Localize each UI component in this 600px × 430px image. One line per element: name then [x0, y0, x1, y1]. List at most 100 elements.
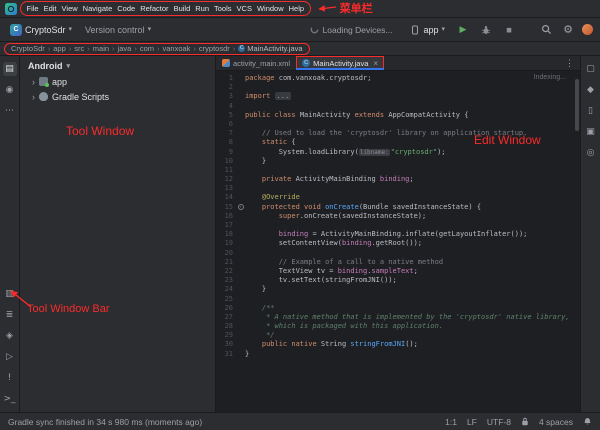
breadcrumb-item[interactable]: java: [118, 44, 132, 53]
breadcrumb-item[interactable]: CryptoSdr: [11, 44, 45, 53]
device-loading-indicator: Loading Devices...: [310, 25, 393, 35]
problems-icon[interactable]: !: [3, 371, 17, 385]
code-line: 18 binding = ActivityMainBinding.inflate…: [216, 230, 580, 239]
menu-item-vcs[interactable]: VCS: [234, 3, 254, 14]
run-configuration-selector[interactable]: app ▾: [407, 23, 448, 37]
menu-item-refactor[interactable]: Refactor: [138, 3, 171, 14]
user-avatar[interactable]: [582, 24, 593, 35]
chevron-down-icon: ▾: [148, 26, 152, 33]
run-tool-icon[interactable]: ▷: [3, 350, 17, 364]
commit-tool-icon[interactable]: ◉: [3, 83, 17, 97]
notifications-bell-icon[interactable]: [583, 417, 592, 426]
editor-scrollbar[interactable]: [575, 79, 579, 131]
code-line: 25: [216, 295, 580, 304]
breadcrumb-separator-icon: ›: [233, 44, 236, 53]
running-devices-icon[interactable]: ▣: [584, 125, 598, 139]
menu-item-code[interactable]: Code: [115, 3, 138, 14]
app-inspection-icon[interactable]: ◈: [3, 329, 17, 343]
navigation-bar: CryptoSdr›app›src›main›java›com›vanxoak›…: [0, 42, 600, 56]
annotation-edit-window-label: Edit Window: [474, 133, 541, 147]
android-layout-file-icon: [222, 59, 230, 67]
tree-item-gradle-scripts[interactable]: ›Gradle Scripts: [20, 89, 215, 104]
read-only-lock-icon[interactable]: [521, 417, 529, 426]
debug-button[interactable]: [478, 22, 494, 38]
menu-item-window[interactable]: Window: [254, 3, 286, 14]
breadcrumb-separator-icon: ›: [48, 44, 51, 53]
settings-gear-icon[interactable]: ⚙: [560, 22, 576, 38]
menu-item-edit[interactable]: Edit: [41, 3, 59, 14]
tool-window-bar-left: ▤ ◉ ⋯ ▥ ≣ ◈ ▷! >_: [0, 56, 20, 412]
code-line: 22 TextView tv = binding.sampleText;: [216, 267, 580, 276]
breadcrumb-item[interactable]: CMainActivity.java: [238, 44, 302, 53]
editor-tabs: activity_main.xmlCMainActivity.java×: [216, 56, 384, 70]
tool-window-bar-right: ▢ ◆ ▯ ▣ ◎: [580, 56, 600, 412]
code-line: 19 setContentView(binding.getRoot());: [216, 239, 580, 248]
breadcrumb-separator-icon: ›: [69, 44, 72, 53]
menu-item-build[interactable]: Build: [171, 3, 193, 14]
menu-item-navigate[interactable]: Navigate: [80, 3, 115, 14]
breadcrumb-separator-icon: ›: [87, 44, 90, 53]
code-lines: 1package com.vanxoak.cryptosdr;23import …: [216, 74, 580, 359]
editor-tab-bar: activity_main.xmlCMainActivity.java× ⋮: [216, 56, 580, 71]
breadcrumb-separator-icon: ›: [134, 44, 137, 53]
code-editor[interactable]: 1package com.vanxoak.cryptosdr;23import …: [216, 71, 580, 412]
notifications-icon[interactable]: ▢: [584, 62, 598, 76]
breadcrumb-item[interactable]: vanxoak: [162, 44, 190, 53]
chevron-down-icon: ▾: [67, 63, 71, 70]
stop-button[interactable]: ◼: [501, 22, 517, 38]
project-tool-icon[interactable]: ▤: [3, 62, 17, 76]
project-avatar-icon: C: [10, 24, 22, 36]
close-tab-icon[interactable]: ×: [373, 59, 378, 68]
folder-app-icon: [39, 77, 48, 86]
logcat-icon[interactable]: ≣: [3, 308, 17, 322]
code-line: 13: [216, 184, 580, 193]
file-encoding[interactable]: UTF-8: [487, 417, 511, 427]
menu-items: FileEditViewNavigateCodeRefactorBuildRun…: [20, 1, 311, 16]
line-separator[interactable]: LF: [467, 417, 477, 427]
breadcrumb-separator-icon: ›: [112, 44, 115, 53]
menu-item-file[interactable]: File: [24, 3, 41, 14]
more-tool-windows-icon[interactable]: ⋯: [3, 104, 17, 118]
annotation-tool-window-label: Tool Window: [66, 124, 134, 138]
menu-item-tools[interactable]: Tools: [212, 3, 235, 14]
code-line: 5public class MainActivity extends AppCo…: [216, 111, 580, 120]
menu-bar-annotation-arrow: [315, 3, 337, 14]
project-name: CryptoSdr: [25, 25, 66, 35]
menu-item-help[interactable]: Help: [286, 3, 306, 14]
device-manager-icon[interactable]: ▯: [584, 104, 598, 118]
search-everywhere-button[interactable]: [538, 22, 554, 38]
overriding-method-gutter-icon[interactable]: ↑: [238, 204, 244, 210]
menu-item-view[interactable]: View: [59, 3, 80, 14]
breadcrumb-item[interactable]: src: [74, 44, 84, 53]
run-config-label: app: [423, 25, 438, 35]
vcs-widget[interactable]: Version control ▾: [82, 23, 154, 37]
code-line: 12 private ActivityMainBinding binding;: [216, 175, 580, 184]
phone-device-icon: [410, 25, 420, 35]
breadcrumb-item[interactable]: com: [140, 44, 154, 53]
caret-position[interactable]: 1:1: [445, 417, 457, 427]
code-line: 23 tv.setText(stringFromJNI());: [216, 276, 580, 285]
terminal-icon[interactable]: >_: [3, 392, 17, 406]
android-studio-window: FileEditViewNavigateCodeRefactorBuildRun…: [0, 0, 600, 430]
tab-options-icon[interactable]: ⋮: [559, 56, 580, 70]
gradle-icon[interactable]: ◆: [584, 83, 598, 97]
run-button[interactable]: ▶: [455, 22, 471, 38]
editor-tab-MainActivity.java[interactable]: CMainActivity.java×: [296, 56, 384, 70]
editor-tab-activity_main.xml[interactable]: activity_main.xml: [216, 56, 296, 70]
menu-item-run[interactable]: Run: [193, 3, 212, 14]
tree-item-app[interactable]: ›app: [20, 74, 215, 89]
project-selector[interactable]: C CryptoSdr ▾: [7, 22, 75, 38]
indent-setting[interactable]: 4 spaces: [539, 417, 573, 427]
annotation-menu-bar-label: 菜单栏: [340, 2, 373, 16]
breadcrumb-separator-icon: ›: [193, 44, 196, 53]
project-view-selector[interactable]: Android: [28, 61, 63, 71]
breadcrumb-item[interactable]: main: [93, 44, 109, 53]
loading-devices-text: Loading Devices...: [323, 25, 393, 35]
app-quality-insights-icon[interactable]: ◎: [584, 146, 598, 160]
chevron-expand-icon: ›: [32, 92, 35, 102]
device-explorer-icon[interactable]: ▥: [3, 287, 17, 301]
project-tool-window: Android ▾ ›app›Gradle Scripts: [20, 56, 216, 412]
breadcrumb-item[interactable]: app: [53, 44, 66, 53]
code-line: 2: [216, 83, 580, 92]
breadcrumb-item[interactable]: cryptosdr: [199, 44, 230, 53]
